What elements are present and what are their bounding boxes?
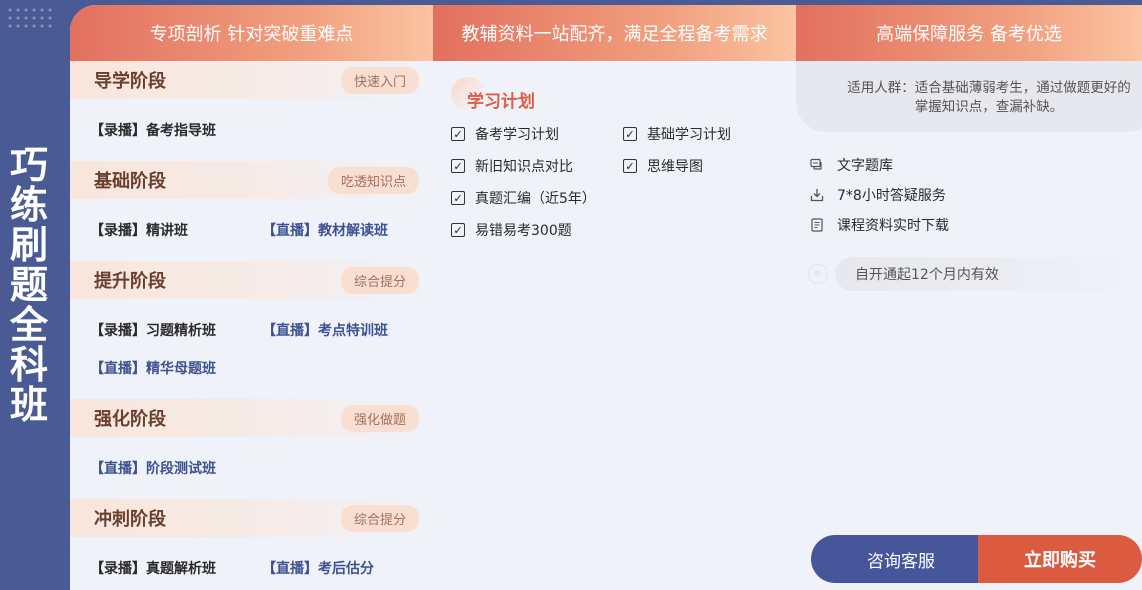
stage-bar: 冲刺阶段 综合提分 xyxy=(70,499,433,537)
checkbox-checked-icon: ✓ xyxy=(623,127,637,141)
validity-row: 自开通起12个月内有效 xyxy=(808,257,1142,291)
validity-text: 自开通起12个月内有效 xyxy=(835,257,1135,291)
stage-improve: 提升阶段 综合提分 【录播】习题精析班 【直播】考点特训班 【直播】精华母题班 xyxy=(70,261,433,399)
stage-title: 冲刺阶段 xyxy=(94,509,166,530)
header-services: 高端保障服务 备考优选 xyxy=(796,5,1142,61)
stage-bar: 导学阶段 快速入门 xyxy=(70,61,433,99)
course-item[interactable]: 【直播】阶段测试班 xyxy=(90,458,216,478)
checkbox-checked-icon: ✓ xyxy=(451,191,465,205)
service-label: 7*8小时答疑服务 xyxy=(837,188,946,204)
stage-tag: 吃透知识点 xyxy=(327,166,419,194)
audience-text: 适用人群：适合基础薄弱考生，通过做题更好的掌握知识点，查漏补缺。 xyxy=(796,61,1142,132)
checkbox-checked-icon: ✓ xyxy=(451,159,465,173)
stage-title: 基础阶段 xyxy=(94,171,166,192)
plan-item: ✓ 新旧知识点对比 xyxy=(451,156,573,176)
column-headers: 专项剖析 针对突破重难点 教辅资料一站配齐，满足全程备考需求 高端保障服务 备考… xyxy=(70,5,1142,61)
services-column: 适用人群：适合基础薄弱考生，通过做题更好的掌握知识点，查漏补缺。 文字题库 7*… xyxy=(796,61,1142,590)
stage-guide: 导学阶段 快速入门 【录播】备考指导班 xyxy=(70,61,433,161)
course-item[interactable]: 【录播】精讲班 xyxy=(90,220,188,240)
dots-decoration xyxy=(6,6,56,32)
course-item[interactable]: 【录播】真题解析班 xyxy=(90,558,216,578)
plan-item-label: 基础学习计划 xyxy=(647,127,731,143)
header-courses: 专项剖析 针对突破重难点 xyxy=(70,5,433,61)
stage-bar: 强化阶段 强化做题 xyxy=(70,399,433,437)
checkbox-checked-icon: ✓ xyxy=(451,223,465,237)
checkbox-checked-icon: ✓ xyxy=(623,159,637,173)
course-card: 专项剖析 针对突破重难点 教辅资料一站配齐，满足全程备考需求 高端保障服务 备考… xyxy=(70,5,1142,590)
service-item: 文字题库 xyxy=(810,155,893,175)
stages-column: 导学阶段 快速入门 【录播】备考指导班 基础阶段 吃透知识点 【录播】精讲班 【… xyxy=(70,61,433,590)
plan-item-label: 备考学习计划 xyxy=(475,127,559,143)
stage-tag: 综合提分 xyxy=(340,266,419,294)
plan-item-label: 思维导图 xyxy=(647,159,703,175)
course-item[interactable]: 【直播】考点特训班 xyxy=(262,320,388,340)
course-item[interactable]: 【录播】习题精析班 xyxy=(90,320,216,340)
course-item[interactable]: 【直播】考后估分 xyxy=(262,558,374,578)
stage-tag: 综合提分 xyxy=(340,504,419,532)
plan-item: ✓ 备考学习计划 xyxy=(451,124,559,144)
download-icon xyxy=(810,189,824,202)
course-item[interactable]: 【录播】备考指导班 xyxy=(90,120,216,140)
buy-button[interactable]: 立即购买 xyxy=(978,535,1142,583)
plan-item: ✓ 易错易考300题 xyxy=(451,220,572,240)
stage-title: 强化阶段 xyxy=(94,409,166,430)
stage-sprint: 冲刺阶段 综合提分 【录播】真题解析班 【直播】考后估分 xyxy=(70,499,433,590)
side-title: 巧练刷题全科班 xyxy=(9,143,48,427)
validity-dot-icon xyxy=(808,264,828,284)
plan-item-label: 真题汇编（近5年） xyxy=(475,191,596,207)
plan-item-label: 易错易考300题 xyxy=(475,223,572,239)
service-item: 课程资料实时下载 xyxy=(810,215,949,235)
course-item[interactable]: 【直播】精华母题班 xyxy=(90,358,216,378)
header-materials: 教辅资料一站配齐，满足全程备考需求 xyxy=(433,5,796,61)
stage-tag: 快速入门 xyxy=(340,66,419,94)
stage-basic: 基础阶段 吃透知识点 【录播】精讲班 【直播】教材解读班 xyxy=(70,161,433,261)
plan-item: ✓ 基础学习计划 xyxy=(623,124,731,144)
chat-icon xyxy=(810,158,822,170)
plan-item: ✓ 真题汇编（近5年） xyxy=(451,188,596,208)
course-item[interactable]: 【直播】教材解读班 xyxy=(262,220,388,240)
stage-intensify: 强化阶段 强化做题 【直播】阶段测试班 xyxy=(70,399,433,499)
service-item: 7*8小时答疑服务 xyxy=(810,185,946,205)
stage-bar: 基础阶段 吃透知识点 xyxy=(70,161,433,199)
document-icon xyxy=(811,218,823,232)
checkbox-checked-icon: ✓ xyxy=(451,127,465,141)
side-strip: 巧练刷题全科班 xyxy=(0,0,70,590)
stage-title: 导学阶段 xyxy=(94,71,166,92)
plan-item: ✓ 思维导图 xyxy=(623,156,703,176)
stage-bar: 提升阶段 综合提分 xyxy=(70,261,433,299)
plan-title: 学习计划 xyxy=(467,92,535,112)
service-label: 课程资料实时下载 xyxy=(837,218,949,234)
stage-title: 提升阶段 xyxy=(94,271,166,292)
consult-button[interactable]: 咨询客服 xyxy=(811,535,991,583)
stage-tag: 强化做题 xyxy=(340,404,419,432)
plan-item-label: 新旧知识点对比 xyxy=(475,159,573,175)
plan-column: 学习计划 ✓ 备考学习计划 ✓ 基础学习计划 ✓ 新旧知识点对比 ✓ 思维导图 … xyxy=(433,61,796,590)
service-label: 文字题库 xyxy=(837,158,893,174)
